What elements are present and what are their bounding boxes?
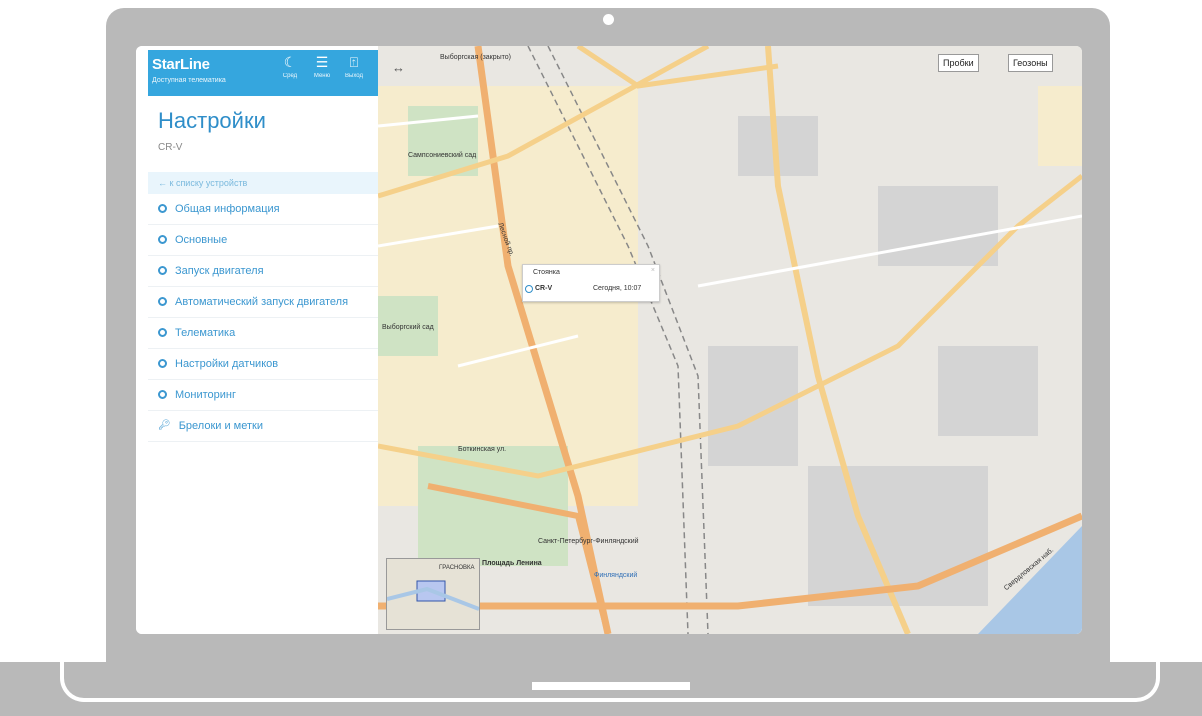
brand-logo[interactable]: StarLine <box>152 56 210 73</box>
menu-item-label: Основные <box>175 234 228 246</box>
map-view[interactable]: ↔ Пробки Геозоны Выборгская (закрыто) Са… <box>378 46 1082 634</box>
scene-button-label: Сред <box>282 73 298 79</box>
map-label: Боткинская ул. <box>458 446 507 453</box>
menu-item-keyfobs[interactable]: 🔑︎ Брелоки и метки <box>148 411 378 442</box>
menu-item-sensors[interactable]: Настройки датчиков <box>148 349 378 380</box>
key-icon: 🔑︎ <box>158 420 171 431</box>
menu-item-engine-start[interactable]: Запуск двигателя <box>148 256 378 287</box>
popup-header: Стоянка <box>533 269 560 276</box>
gear-icon <box>158 297 167 306</box>
page-title: Настройки <box>158 108 266 133</box>
map-label: Выборгская (закрыто) <box>440 54 512 61</box>
menu-icon: ☰ <box>315 54 329 70</box>
close-icon[interactable]: × <box>651 267 655 274</box>
menu-item-basic[interactable]: Основные <box>148 225 378 256</box>
menu-item-auto-start[interactable]: Автоматический запуск двигателя <box>148 287 378 318</box>
menu-button[interactable]: ☰ Меню <box>310 54 334 90</box>
device-name: CR-V <box>158 142 183 153</box>
popup-car-name: CR-V <box>535 285 553 292</box>
minimap[interactable]: ГРАСНОВКА <box>386 558 480 630</box>
app-header: StarLine Доступная телематика ☾ Сред ☰ М… <box>148 50 378 96</box>
menu-item-label: Общая информация <box>175 203 280 215</box>
menu-item-label: Телематика <box>175 327 236 339</box>
gear-icon <box>158 359 167 368</box>
scene-button[interactable]: ☾ Сред <box>278 54 302 90</box>
gear-icon <box>158 235 167 244</box>
map-label: Выборгский сад <box>382 324 434 331</box>
menu-item-label: Мониторинг <box>175 389 237 401</box>
exit-button[interactable]: ⍐ Выход <box>342 54 366 90</box>
gear-icon <box>158 328 167 337</box>
settings-menu: ← к списку устройств Общая информация Ос… <box>148 172 378 442</box>
geofences-button[interactable]: Геозоны <box>1008 54 1053 72</box>
map-label: Финляндский <box>594 572 638 579</box>
moon-icon: ☾ <box>283 54 297 70</box>
menu-item-monitoring[interactable]: Мониторинг <box>148 380 378 411</box>
car-marker-icon <box>525 285 533 293</box>
parking-popup[interactable]: Стоянка × CR-V Сегодня, 10:07 <box>522 264 660 302</box>
back-to-devices-link[interactable]: ← к списку устройств <box>148 172 378 194</box>
map-label: Санкт-Петербург-Финляндский <box>538 538 639 545</box>
collapse-panel-icon[interactable]: ↔ <box>392 60 405 75</box>
menu-item-label: Брелоки и метки <box>178 420 263 432</box>
menu-item-label: Настройки датчиков <box>175 358 279 370</box>
minimap-label: ГРАСНОВКА <box>439 565 475 571</box>
brand-tagline: Доступная телематика <box>152 77 226 84</box>
gear-icon <box>158 204 167 213</box>
popup-time: Сегодня, 10:07 <box>593 285 642 292</box>
menu-item-label: Автоматический запуск двигателя <box>175 296 349 308</box>
exit-button-label: Выход <box>345 73 363 79</box>
gear-icon <box>158 390 167 399</box>
gear-icon <box>158 266 167 275</box>
menu-button-label: Меню <box>313 73 331 79</box>
menu-item-label: Запуск двигателя <box>175 265 264 277</box>
menu-item-general[interactable]: Общая информация <box>148 194 378 225</box>
traffic-button[interactable]: Пробки <box>938 54 979 72</box>
camera-icon <box>603 14 614 25</box>
sidebar: StarLine Доступная телематика ☾ Сред ☰ М… <box>136 46 378 634</box>
screen: StarLine Доступная телематика ☾ Сред ☰ М… <box>136 46 1082 634</box>
map-label: Площадь Ленина <box>482 560 542 567</box>
menu-item-telematics[interactable]: Телематика <box>148 318 378 349</box>
map-canvas <box>378 46 1082 634</box>
laptop-notch <box>532 682 690 690</box>
map-label: Сампсониевский сад <box>408 152 477 159</box>
exit-icon: ⍐ <box>349 54 359 70</box>
